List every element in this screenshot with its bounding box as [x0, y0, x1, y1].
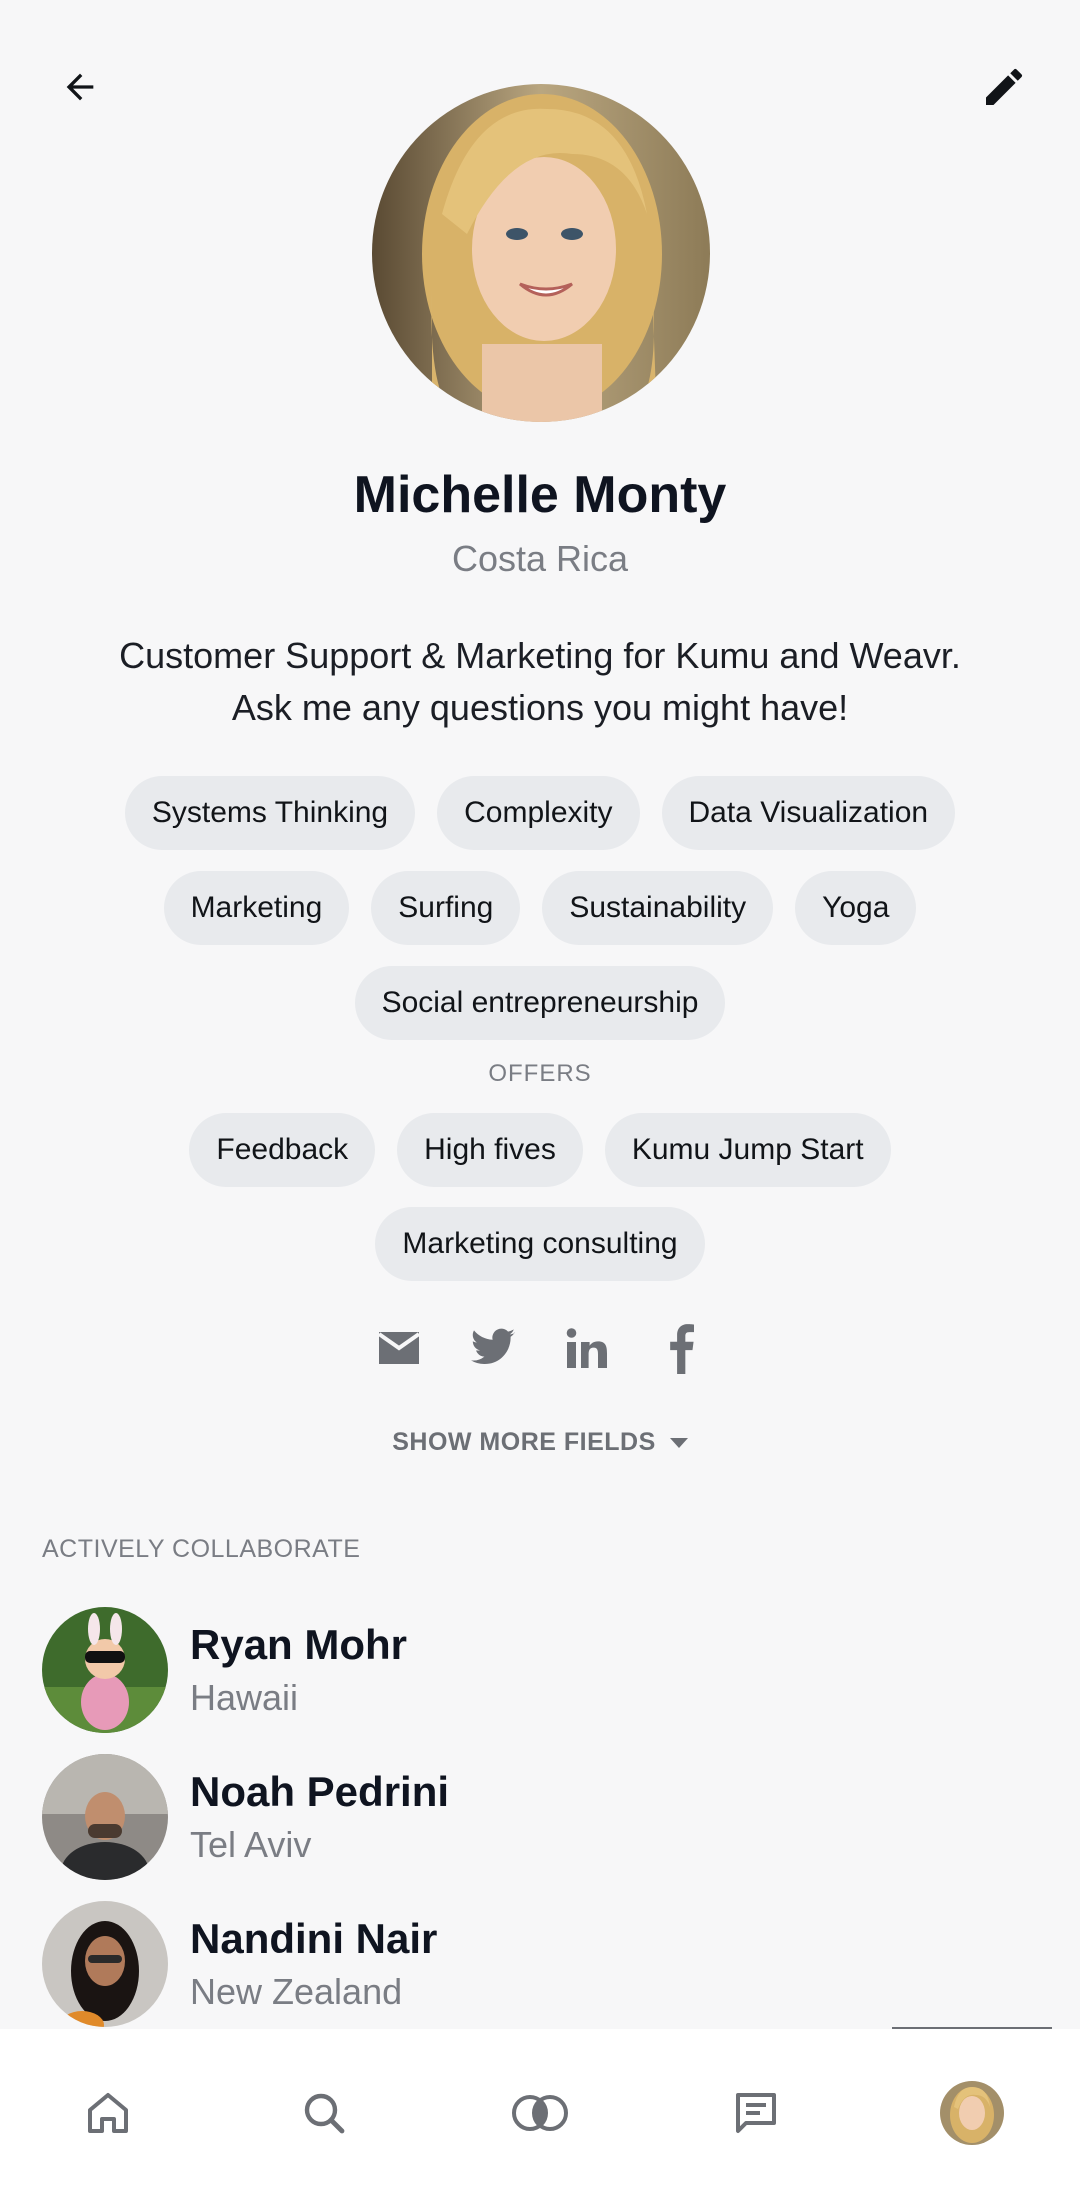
bottom-navigation — [0, 2027, 1080, 2197]
collaborator-name: Noah Pedrini — [190, 1768, 450, 1815]
nav-connections[interactable] — [432, 2029, 648, 2197]
avatar — [42, 1901, 168, 2027]
pencil-icon — [986, 68, 1023, 105]
offer-chip[interactable]: High fives — [397, 1113, 583, 1187]
caret-down-icon — [669, 1437, 688, 1448]
search-icon — [304, 2093, 345, 2134]
collaborator-name: Ryan Mohr — [190, 1621, 408, 1668]
tags-row-3: Social entrepreneurship — [0, 966, 1080, 1040]
tag-chip[interactable]: Sustainability — [542, 871, 774, 945]
profile-name: Michelle Monty — [353, 466, 727, 524]
nav-search[interactable] — [216, 2029, 432, 2197]
tag-chip[interactable]: Complexity — [437, 776, 640, 850]
home-icon — [88, 2093, 128, 2133]
connections-icon — [512, 2095, 568, 2131]
tag-chip[interactable]: Social entrepreneurship — [354, 966, 726, 1040]
collaborator-item[interactable]: Ryan Mohr Hawaii — [42, 1607, 407, 1733]
collaborator-location: Hawaii — [190, 1677, 299, 1718]
nav-messages[interactable] — [648, 2029, 864, 2197]
tag-chip[interactable]: Yoga — [795, 871, 917, 945]
actively-collaborate-label: ACTIVELY COLLABORATE — [42, 1535, 361, 1563]
show-more-label: SHOW MORE FIELDS — [392, 1428, 656, 1456]
tag-chip[interactable]: Surfing — [371, 871, 521, 945]
tag-chip[interactable]: Data Visualization — [661, 776, 956, 850]
profile-photo — [372, 84, 710, 422]
offer-chip[interactable]: Marketing consulting — [375, 1207, 705, 1281]
linkedin-icon[interactable] — [563, 1320, 611, 1376]
offers-row-1: Feedback High fives Kumu Jump Start — [0, 1113, 1080, 1187]
nav-profile[interactable] — [864, 2029, 1080, 2197]
offer-chip[interactable]: Kumu Jump Start — [604, 1113, 891, 1187]
bio-line-2: Ask me any questions you might have! — [231, 687, 849, 728]
offers-row-2: Marketing consulting — [0, 1207, 1080, 1281]
avatar — [42, 1607, 168, 1733]
email-icon[interactable] — [375, 1320, 423, 1376]
edit-profile-button[interactable] — [964, 47, 1044, 127]
show-more-fields-button[interactable]: SHOW MORE FIELDS — [0, 1428, 1080, 1457]
back-button[interactable] — [40, 47, 120, 127]
facebook-icon[interactable] — [657, 1320, 705, 1376]
bio-line-1: Customer Support & Marketing for Kumu an… — [119, 635, 961, 676]
messages-icon — [736, 2093, 776, 2133]
collaborator-location: Tel Aviv — [190, 1824, 312, 1865]
twitter-icon[interactable] — [469, 1320, 517, 1376]
tags-row-2: Marketing Surfing Sustainability Yoga — [0, 871, 1080, 945]
nav-home[interactable] — [0, 2029, 216, 2197]
profile-avatar — [940, 2081, 1004, 2145]
profile-location: Costa Rica — [451, 538, 629, 579]
tag-chip[interactable]: Systems Thinking — [124, 776, 416, 850]
active-tab-indicator — [892, 2027, 1052, 2029]
profile-bio: Customer Support & Marketing for Kumu an… — [80, 630, 1000, 734]
collaborator-item[interactable]: Nandini Nair New Zealand — [42, 1901, 437, 2027]
collaborator-name: Nandini Nair — [190, 1915, 438, 1962]
offers-label: OFFERS — [488, 1060, 592, 1087]
collaborator-location: New Zealand — [190, 1971, 403, 2012]
social-links — [0, 1320, 1080, 1376]
tags-row-1: Systems Thinking Complexity Data Visuali… — [0, 776, 1080, 850]
avatar — [42, 1754, 168, 1880]
tag-chip[interactable]: Marketing — [163, 871, 350, 945]
offer-chip[interactable]: Feedback — [189, 1113, 376, 1187]
collaborator-item[interactable]: Noah Pedrini Tel Aviv — [42, 1754, 449, 1880]
arrow-left-icon — [66, 73, 94, 101]
